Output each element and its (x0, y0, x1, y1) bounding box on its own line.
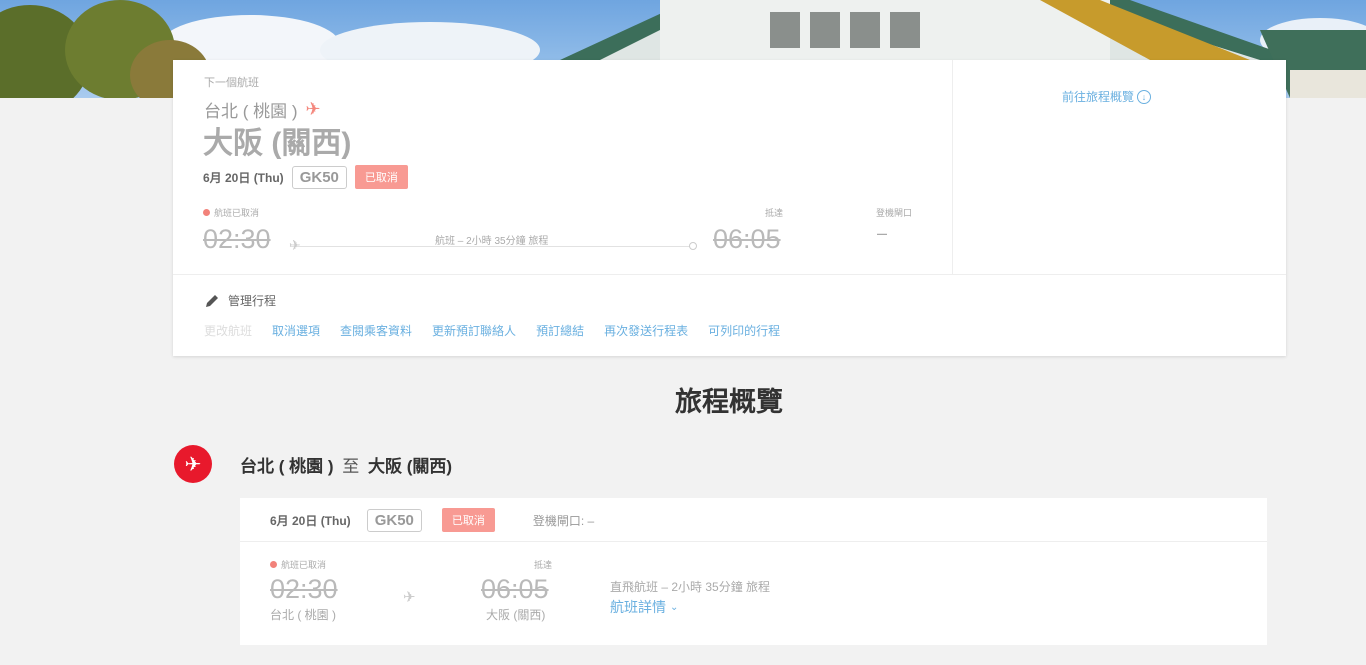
departure-time: 02:30 (203, 224, 271, 254)
segment-divider (240, 541, 1267, 542)
manage-trip-header: 管理行程 (204, 292, 276, 309)
gate-value: – (877, 223, 888, 243)
segment-destination: 大阪 (關西) (367, 457, 453, 476)
booking-summary-link[interactable]: 預訂總結 (536, 322, 584, 339)
chevron-down-icon: ⌄ (670, 601, 679, 613)
segment-status-badge: 已取消 (441, 508, 495, 532)
arrival-label: 抵達 (765, 208, 784, 218)
manage-actions: 更改航班 取消選項 查閱乘客資料 更新預訂聯絡人 預訂總結 再次發送行程表 可列… (204, 322, 780, 339)
segment-departure-time: 02:30 (270, 574, 338, 604)
destination-city: 大阪 (關西) (203, 127, 352, 160)
cancel-options-link[interactable]: 取消選項 (272, 322, 320, 339)
flight-details-link[interactable]: 航班詳情 ⌄ (610, 597, 678, 617)
route-plane-icon: ✈ (289, 237, 301, 253)
printable-itinerary-link[interactable]: 可列印的行程 (708, 322, 780, 339)
segment-gate: 登機閘口: – (532, 513, 595, 528)
next-flight-card: 下一個航班 台北 ( 桃園 ) ✈ 大阪 (關西) 6月 20日 (Thu) G… (173, 60, 1286, 356)
segment-plane-icon: ✈ (403, 589, 416, 606)
view-passenger-info-link[interactable]: 查閱乘客資料 (340, 322, 412, 339)
update-booking-contact-link[interactable]: 更新預訂聯絡人 (432, 322, 516, 339)
gate-label: 登機閘口 (876, 208, 913, 218)
route-end-circle-icon (689, 242, 697, 250)
segment-arrival-time: 06:05 (481, 574, 549, 604)
segment-date: 6月 20日 (Thu) (270, 513, 351, 528)
next-flight-label: 下一個航班 (204, 77, 259, 89)
status-badge: 已取消 (354, 165, 408, 189)
segment-status: 航班已取消 (270, 558, 326, 571)
segment-flight-number: GK50 (366, 508, 422, 532)
segment-origin: 台北 ( 桃園 ) (240, 457, 334, 476)
plane-circle-icon: ✈ (174, 445, 212, 483)
flight-number: GK50 (291, 165, 347, 189)
flight-meta: 6月 20日 (Thu) GK50 已取消 (203, 165, 408, 189)
manage-trip-title: 管理行程 (228, 294, 277, 308)
overview-link-label: 前往旅程概覽 (1062, 90, 1135, 104)
segment-status-text: 航班已取消 (281, 560, 327, 570)
segment-meta: 6月 20日 (Thu) GK50 已取消 登機閘口: – (270, 508, 594, 532)
go-to-overview-link[interactable]: 前往旅程概覽 ↓ (1062, 88, 1152, 105)
itinerary-title: 旅程概覽 (675, 387, 783, 417)
resend-itinerary-link[interactable]: 再次發送行程表 (604, 322, 688, 339)
segment-duration: 直飛航班 – 2小時 35分鐘 旅程 (610, 580, 771, 594)
status-dot-icon (203, 209, 210, 216)
flight-date: 6月 20日 (Thu) (203, 170, 284, 185)
arrow-down-circle-icon: ↓ (1137, 89, 1152, 104)
pencil-icon (206, 294, 218, 307)
segment-to: 至 (342, 457, 360, 476)
flight-status: 航班已取消 (203, 206, 259, 219)
flight-details-label: 航班詳情 (610, 599, 666, 615)
vertical-divider (952, 60, 953, 274)
status-text: 航班已取消 (214, 208, 260, 218)
segment-arrival-label: 抵達 (534, 560, 553, 570)
segment-title: 台北 ( 桃園 ) 至 大阪 (關西) (240, 452, 452, 477)
segment-departure-city: 台北 ( 桃園 ) (270, 608, 336, 622)
segment-status-dot-icon (270, 561, 277, 568)
segment-card: 6月 20日 (Thu) GK50 已取消 登機閘口: – 航班已取消 02:3… (240, 498, 1267, 645)
plane-icon: ✈ (305, 99, 321, 119)
segment-arrival-city: 大阪 (關西) (486, 608, 546, 622)
arrival-time: 06:05 (713, 224, 781, 254)
route-duration: 航班 – 2小時 35分鐘 旅程 (435, 236, 549, 247)
change-flight-link: 更改航班 (204, 324, 253, 338)
horizontal-divider (173, 274, 1286, 275)
